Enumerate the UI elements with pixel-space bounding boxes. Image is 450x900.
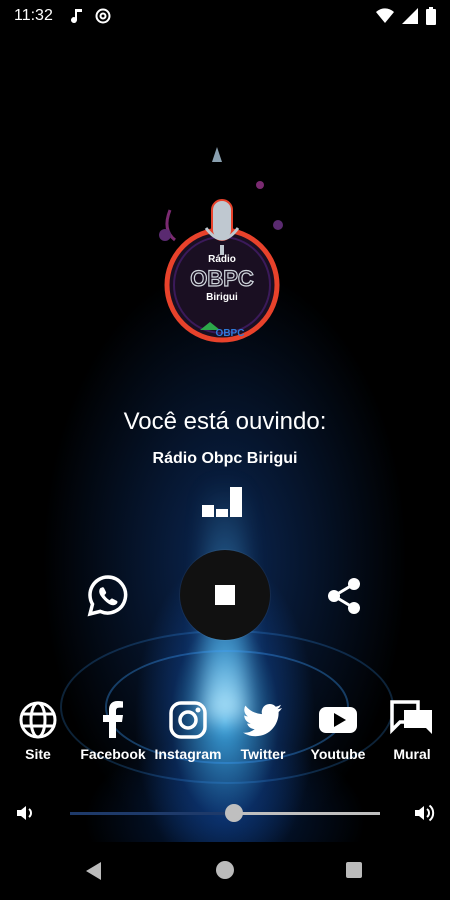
social-facebook-label: Facebook [80,746,146,762]
player-controls [0,550,450,642]
signal-icon [402,8,418,24]
share-icon [322,578,366,622]
wifi-icon [376,8,394,24]
equalizer-icon [202,487,248,517]
whatsapp-icon [86,575,130,622]
status-time: 11:32 [14,7,53,24]
logo-badge: OBPC [216,328,245,339]
now-playing-label: Você está ouvindo: [123,408,327,435]
volume-up-icon[interactable] [412,801,436,830]
status-right-icons [376,7,436,25]
globe-icon [0,700,76,740]
status-left-icons [70,8,111,24]
volume-slider-fill [70,812,235,815]
chat-icon [374,700,450,740]
logo-line2: OBPC [190,266,254,291]
twitter-icon [225,700,301,740]
logo-line3: Birigui [206,292,238,303]
status-bar: 11:32 [0,0,450,32]
station-logo: Rádio OBPC Birigui OBPC [150,140,300,360]
social-mural-label: Mural [393,746,431,762]
battery-icon [426,7,436,25]
social-twitter-button[interactable]: Twitter [225,700,301,762]
stop-button[interactable] [180,550,270,640]
whatsapp-button[interactable] [86,574,130,618]
share-button[interactable] [322,574,366,618]
home-icon[interactable] [216,861,234,879]
social-mural-button[interactable]: Mural [374,700,450,762]
social-site-label: Site [25,746,51,762]
volume-slider[interactable] [70,804,380,822]
instagram-icon [150,700,226,740]
at-sign-icon [95,8,111,24]
station-name: Rádio Obpc Birigui [152,450,298,467]
social-instagram-button[interactable]: Instagram [150,700,226,762]
social-facebook-button[interactable]: Facebook [75,700,151,762]
back-icon[interactable] [86,862,101,880]
recents-icon[interactable] [346,862,362,878]
social-youtube-button[interactable]: Youtube [300,700,376,762]
stop-icon [215,585,235,605]
social-links: Site Facebook Instagram Twitter Youtube … [0,700,450,770]
volume-control [0,798,450,828]
volume-down-icon[interactable] [14,801,38,830]
social-youtube-label: Youtube [310,746,366,762]
navigation-bar [0,842,450,900]
youtube-icon [300,700,376,740]
music-note-icon [70,8,83,24]
facebook-icon [75,700,151,740]
logo-line1: Rádio [208,254,236,265]
social-site-button[interactable]: Site [0,700,76,762]
social-twitter-label: Twitter [240,746,286,762]
volume-slider-thumb[interactable] [225,804,244,822]
social-instagram-label: Instagram [154,746,222,762]
